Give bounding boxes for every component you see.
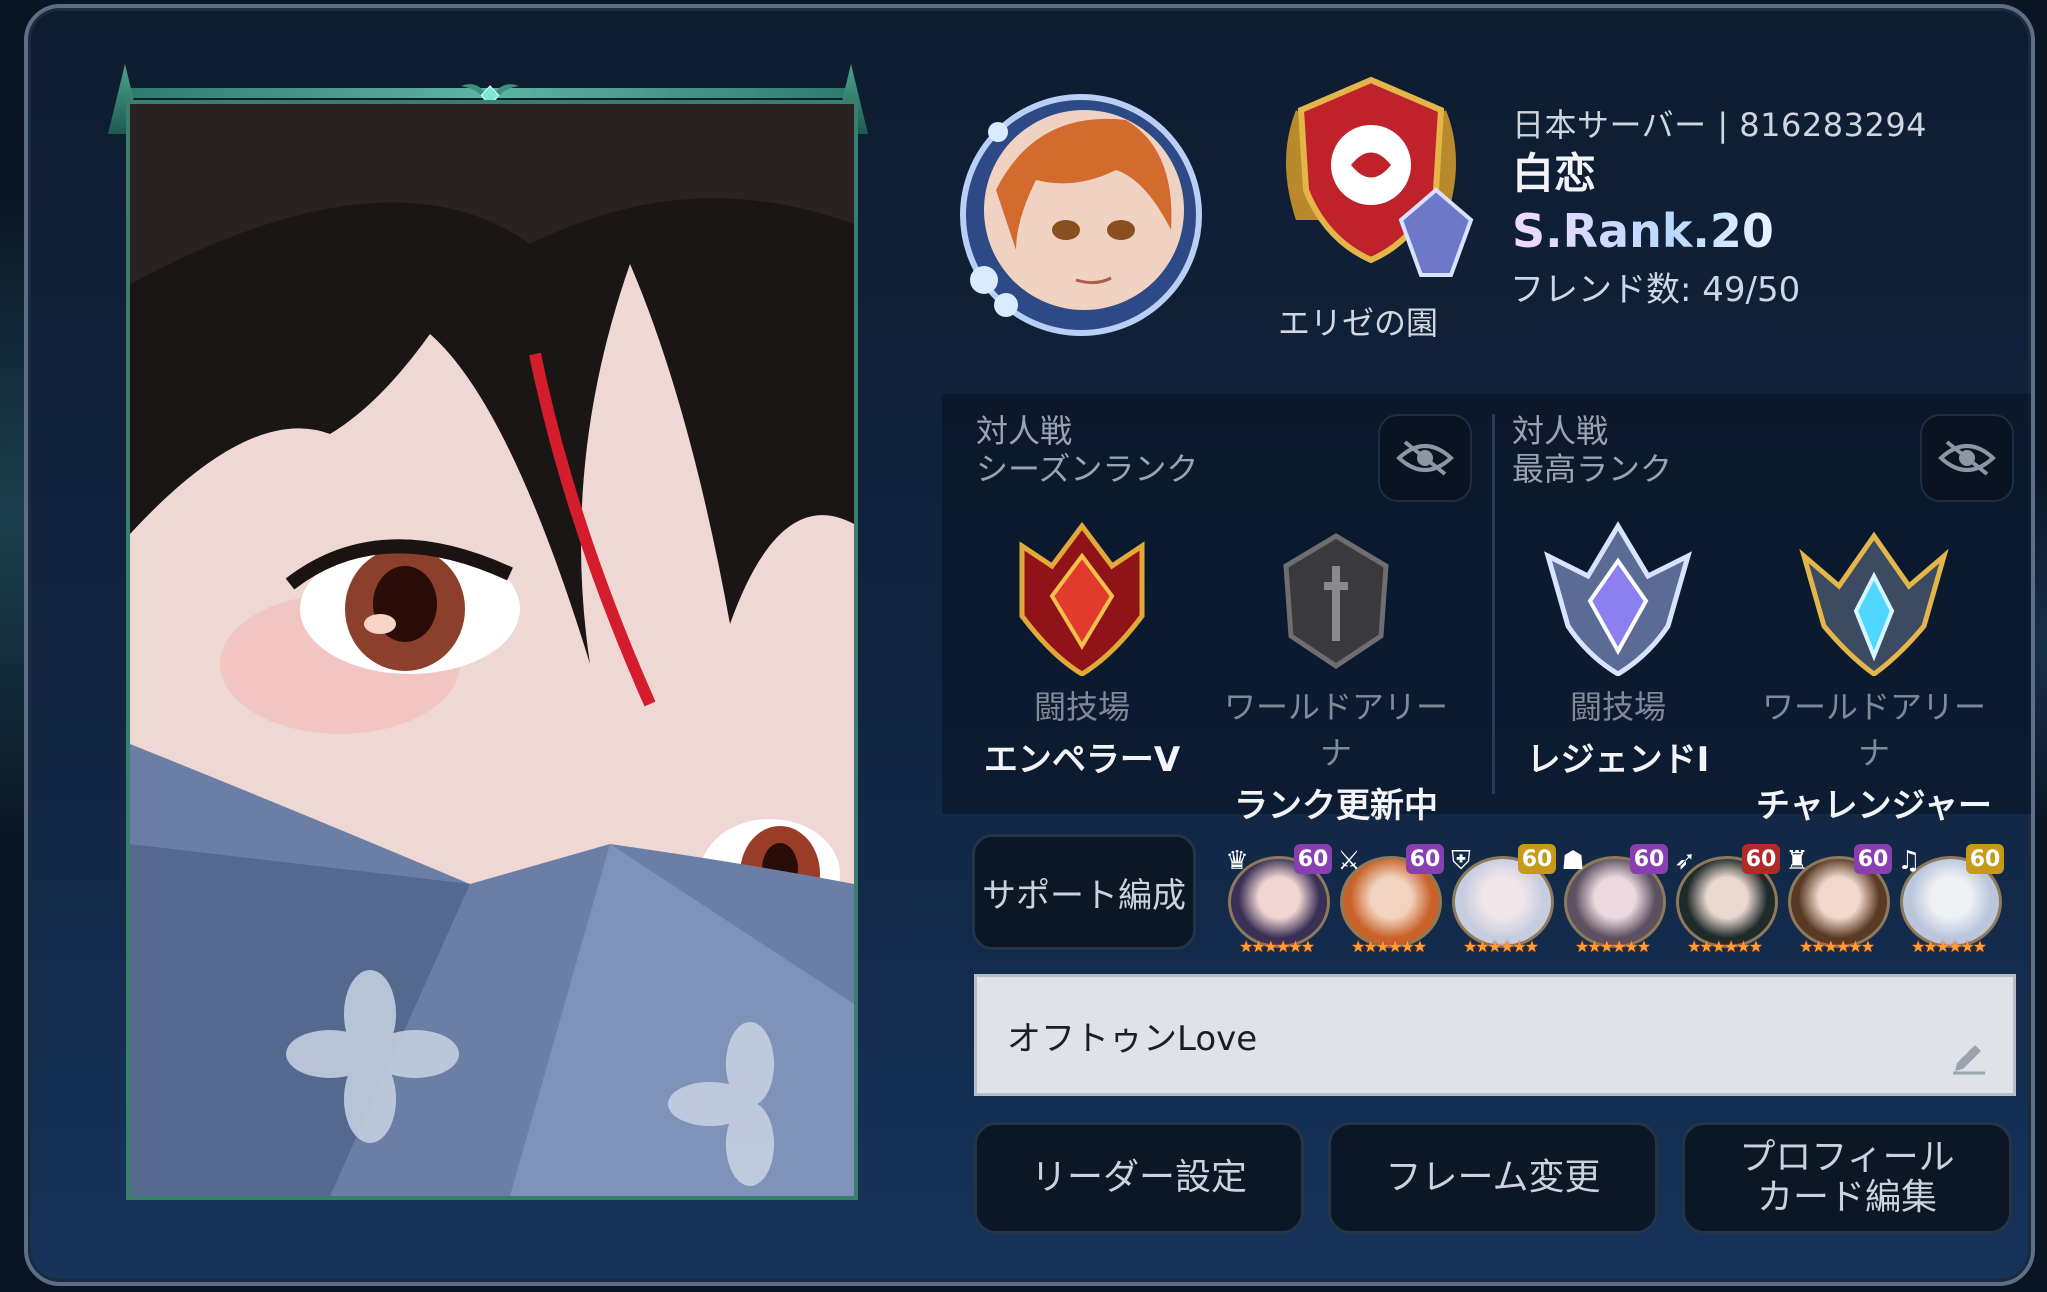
rank-value: レジェンドⅠ [1526,740,1710,780]
profile-comment-field[interactable]: オフトゥンLove [974,974,2016,1096]
edit-profile-card-label-line2: カード編集 [1756,1177,1937,1218]
hood-icon: ☗ [1561,846,1585,876]
season-rank-title: 対人戦 シーズンランク [976,412,1198,488]
legend-rank-emblem-icon [1544,521,1692,676]
unit-level: 60 [1406,844,1444,874]
unit-stars: ★★★★★★ [1350,937,1427,956]
season-rank-title-line1: 対人戦 [976,412,1073,450]
support-unit[interactable]: ♜ 60 ★★★★★★ [1782,844,1892,956]
unit-stars: ★★★★★★ [1574,937,1651,956]
rank-value: エンペラーⅤ [983,740,1181,780]
profile-panel: エリゼの園 日本サーバー | 816283294 白恋 S.Rank.20 フレ… [24,4,2035,1286]
unranked-emblem-icon [1283,533,1389,670]
pencil-edit-icon[interactable] [1949,1035,1989,1075]
emperor-rank-emblem-icon [1019,521,1145,676]
shield-icon: ⛨ [1451,846,1471,876]
best-rank-title-line2: 最高ランク [1512,450,1673,488]
support-unit[interactable]: ➶ 60 ★★★★★★ [1670,844,1780,956]
unit-stars: ★★★★★★ [1238,937,1315,956]
unit-stars: ★★★★★★ [1462,937,1539,956]
hat-icon: ♜ [1785,846,1809,876]
unit-level: 60 [1518,844,1556,874]
leader-settings-button[interactable]: リーダー設定 [974,1122,1304,1234]
s-rank-level: S.Rank.20 [1512,204,1774,258]
challenger-rank-emblem-icon [1799,531,1949,676]
best-arena-rank: 闘技場 レジェンドⅠ [1498,516,1738,781]
support-unit[interactable]: ⚔ 60 ★★★★★★ [1334,844,1444,956]
season-arena-rank: 闘技場 エンペラーⅤ [962,516,1202,781]
unit-level: 60 [1294,844,1332,874]
change-frame-button[interactable]: フレーム変更 [1328,1122,1658,1234]
rank-category: 闘技場 [1033,688,1130,726]
bow-icon: ➶ [1674,846,1696,876]
rank-category: ワールドアリーナ [1761,688,1986,772]
rank-value: ランク更新中 [1234,786,1438,826]
unit-stars: ★★★★★★ [1686,937,1763,956]
profile-card [98,64,878,1208]
support-unit[interactable]: ♛ 60 ★★★★★★ [1222,844,1332,956]
rank-category: 闘技場 [1569,688,1666,726]
sword-icon: ⚔ [1337,846,1361,876]
support-unit[interactable]: ☗ 60 ★★★★★★ [1558,844,1668,956]
profile-comment-text: オフトゥンLove [1007,1019,1258,1059]
unit-level: 60 [1966,844,2004,874]
unit-level: 60 [1742,844,1780,874]
best-rank-title: 対人戦 最高ランク [1512,412,1672,488]
unit-stars: ★★★★★★ [1798,937,1875,956]
friend-count: フレンド数: 49/50 [1510,270,1801,310]
edit-profile-card-button[interactable]: プロフィール カード編集 [1682,1122,2012,1234]
guild-name: エリゼの園 [1277,304,1438,342]
eye-slash-icon [1396,440,1454,476]
unit-level: 60 [1854,844,1892,874]
player-avatar[interactable] [956,90,1206,340]
note-icon: ♫ [1897,846,1921,876]
season-rank-title-line2: シーズンランク [976,450,1199,488]
best-rank-title-line1: 対人戦 [1512,412,1609,450]
guild-emblem-icon[interactable] [1256,70,1486,280]
unit-level: 60 [1630,844,1668,874]
eye-slash-icon [1938,440,1996,476]
support-unit[interactable]: ♫ 60 ★★★★★★ [1894,844,2004,956]
hide-season-rank-button[interactable] [1378,414,1472,502]
best-world-arena-rank: ワールドアリーナ チャレンジャー [1754,516,1994,827]
support-unit[interactable]: ⛨ 60 ★★★★★★ [1446,844,1556,956]
rank-value: チャレンジャー [1756,786,1992,826]
season-world-arena-rank: ワールドアリーナ ランク更新中 [1216,516,1456,827]
player-name: 白恋 [1512,149,1597,198]
rank-divider [1492,414,1495,794]
edit-profile-card-label-line1: プロフィール [1739,1137,1955,1178]
crown-icon: ♛ [1225,846,1249,876]
support-team-button[interactable]: サポート編成 [972,834,1196,950]
character-portrait-art [126,100,858,1200]
hide-best-rank-button[interactable] [1920,414,2014,502]
rank-category: ワールドアリーナ [1223,688,1448,772]
unit-stars: ★★★★★★ [1910,937,1987,956]
